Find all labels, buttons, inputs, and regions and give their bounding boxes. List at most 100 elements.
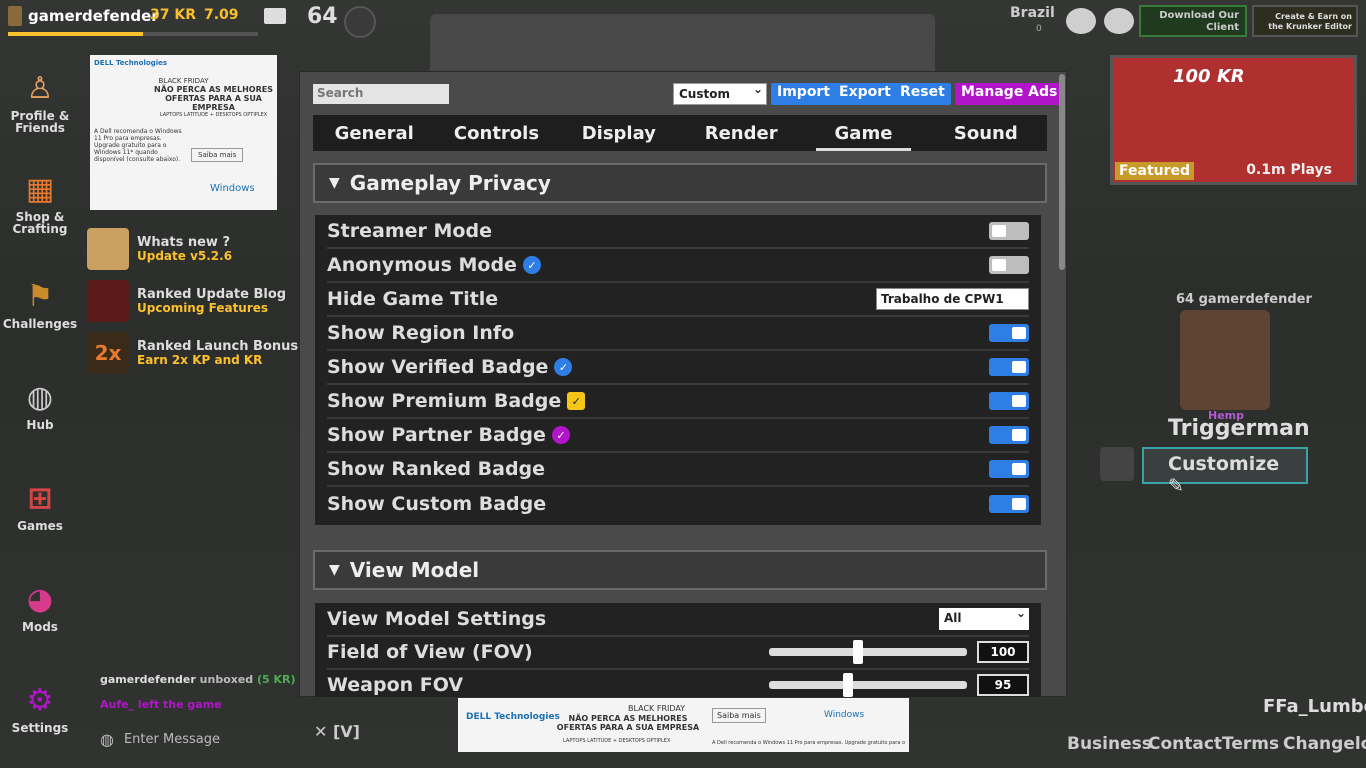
ad-brand: DELL Technologies [466,712,560,722]
verified-badge-icon: ✓ [554,358,573,376]
section-header-gameplay-privacy[interactable]: ▼ Gameplay Privacy [313,163,1047,203]
reddit-icon[interactable] [1104,8,1134,34]
show-ranked-badge-toggle[interactable] [989,460,1029,478]
tab-game[interactable]: Game [802,115,924,151]
nav-shop[interactable]: ▦ Shop & Crafting [0,153,80,254]
weapon-fov-value-input[interactable]: 95 [977,674,1029,696]
news-item[interactable]: Whats new ? Update v5.2.6 [87,228,232,270]
slider-handle[interactable] [853,640,864,664]
streamer-mode-toggle[interactable] [989,222,1029,240]
nav-label: Mods [22,619,58,634]
nav-settings[interactable]: ⚙ Settings [0,658,80,759]
weapon-fov-slider[interactable] [769,673,967,697]
anonymous-mode-toggle[interactable] [989,256,1029,274]
tab-display[interactable]: Display [558,115,680,151]
footer-contact[interactable]: Contact [1148,734,1222,754]
nav-mods[interactable]: ◕ Mods [0,557,80,658]
setting-row: Show Premium Badge ✓ [327,385,1029,419]
gear-icon: ⚙ [26,682,54,718]
setting-label: Show Ranked Badge [327,458,545,480]
news-thumb [87,228,129,270]
settings-search-input[interactable]: Search [313,84,449,104]
user-info[interactable]: gamerdefender [8,6,159,26]
tab-sound[interactable]: Sound [925,115,1047,151]
setting-label: Streamer Mode [327,220,492,242]
setting-label-text: View Model Settings [327,608,547,630]
avatar-icon [8,6,22,26]
view-model-select[interactable]: All [939,606,1029,630]
discord-icon[interactable] [1066,8,1096,34]
nav-challenges[interactable]: ⚑ Challenges [0,254,80,355]
player-class[interactable]: Triggerman [1168,416,1310,441]
character-preview [1180,310,1270,410]
toggle-knob [1012,498,1026,510]
setting-label: Hide Game Title [327,288,498,310]
hide-game-title-input[interactable]: Trabalho de CPW1 [876,288,1029,310]
news-sub: Upcoming Features [137,300,269,315]
view-model-settings: View Model Settings All Field of View (FO… [315,603,1041,697]
tab-general[interactable]: General [313,115,435,151]
settings-tabs: General Controls Display Render Game Sou… [313,115,1047,151]
show-premium-badge-toggle[interactable] [989,392,1029,410]
slider-handle[interactable] [843,673,854,697]
show-partner-badge-toggle[interactable] [989,426,1029,444]
section-title: Gameplay Privacy [349,171,551,195]
ping-value: 0 [1036,24,1042,34]
chat-input[interactable]: ◍ Enter Message [100,728,290,750]
username: gamerdefender [28,7,159,25]
reset-button[interactable]: Reset [894,83,951,105]
setting-label-text: Show Partner Badge [327,424,546,446]
verified-badge-icon: ✓ [522,256,541,274]
ad-cta[interactable]: Saiba mais [712,708,766,723]
fov-slider[interactable] [769,640,967,664]
mic-muted-icon: ✕ [314,722,333,741]
show-verified-badge-toggle[interactable] [989,358,1029,376]
level-progress-fill [8,32,143,36]
setting-label: Show Partner Badge ✓ [327,424,570,446]
gamepad-icon: ⊞ [27,480,53,516]
ad-banner-bottom[interactable]: DELL Technologies BLACK FRIDAY NÃO PERCA… [458,698,909,752]
ad-cta[interactable]: Saiba mais [191,148,244,162]
ad-os: Windows [824,710,865,720]
download-client-button[interactable]: Download Our Client [1139,5,1247,37]
setting-label: Show Verified Badge ✓ [327,356,573,378]
news-title: Ranked Update Blog [137,286,287,302]
export-button[interactable]: Export [833,83,897,105]
settings-scrollbar[interactable] [1059,74,1065,270]
ad-sub: LAPTOPS LATITUDE + DESKTOPS OPTIPLEX [159,112,268,118]
tab-controls[interactable]: Controls [435,115,557,151]
ad-headline: NÃO PERCA AS MELHORES OFERTAS PARA A SUA… [154,85,273,112]
show-custom-badge-toggle[interactable] [989,495,1029,513]
ad-banner-left[interactable]: DELL Technologies BLACK FRIDAY NÃO PERCA… [90,55,277,210]
manage-ads-button[interactable]: Manage Ads [955,83,1064,105]
footer-terms[interactable]: Terms [1222,734,1279,754]
region-label[interactable]: Brazil [1010,5,1055,21]
footer-changelog[interactable]: Changelog [1283,734,1366,754]
class-icon[interactable] [1100,447,1134,481]
nav-games[interactable]: ⊞ Games [0,456,80,557]
import-button[interactable]: Import [771,83,837,105]
toggle-knob [1012,395,1026,407]
footer-business[interactable]: Business [1067,734,1152,754]
chat-message: gamerdefender unboxed (5 KR) [100,673,296,686]
preset-select[interactable]: Custom [673,82,767,105]
map-name: FFa_Lumber [1263,696,1366,717]
fov-value-input[interactable]: 100 [977,641,1029,663]
partner-badge-icon: ✓ [551,426,570,444]
setting-label: View Model Settings [327,608,546,630]
customize-button[interactable]: Customize ✎ [1142,447,1308,497]
news-item[interactable]: Ranked Update Blog Upcoming Features [87,280,286,322]
krunker-editor-button[interactable]: Create & Earn on the Krunker Editor [1252,5,1358,37]
chat-text: unboxed [195,673,258,686]
mail-icon[interactable] [264,8,286,24]
setting-label-text: Show Region Info [327,322,515,344]
tab-render[interactable]: Render [680,115,802,151]
setting-label-text: Streamer Mode [327,220,492,242]
premium-badge-icon: ✓ [567,392,586,410]
nav-profile[interactable]: ♙ Profile & Friends [0,52,80,153]
section-header-view-model[interactable]: ▼ View Model [313,550,1047,590]
featured-map-card[interactable]: 100 KR Featured 0.1m Plays [1110,55,1357,185]
show-region-info-toggle[interactable] [989,324,1029,342]
nav-hub[interactable]: ◍ Hub [0,355,80,456]
news-item[interactable]: 2x Ranked Launch Bonus Earn 2x KP and KR [87,332,298,374]
